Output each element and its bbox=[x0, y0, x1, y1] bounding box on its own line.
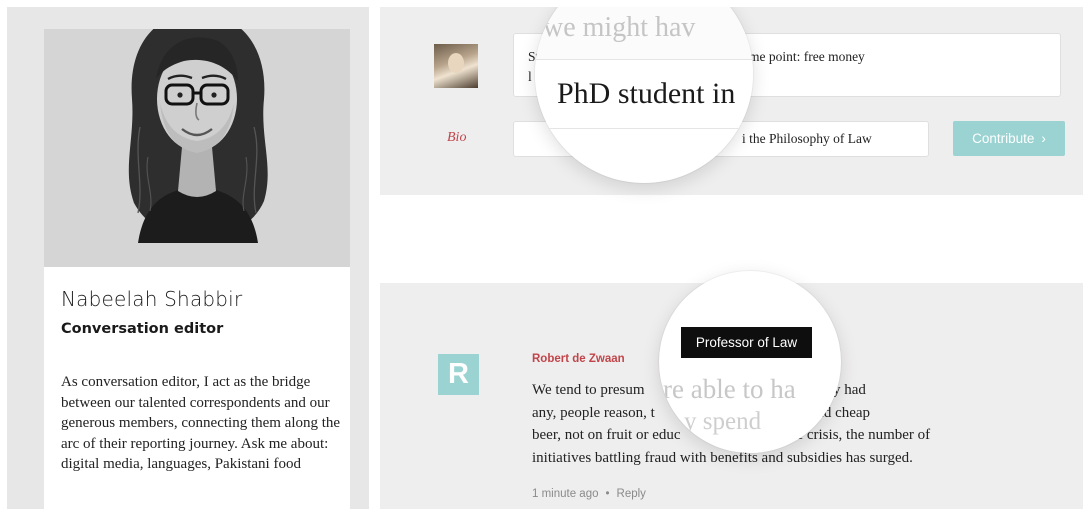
magnified-bio-text: PhD student in bbox=[557, 77, 736, 110]
magnified-faded-text: re able to ha bbox=[663, 374, 796, 404]
profile-role: Conversation editor bbox=[61, 321, 224, 337]
chevron-right-icon: › bbox=[1041, 131, 1046, 146]
portrait-area bbox=[44, 29, 350, 267]
comment-body-line: initiatives battling fraud with benefits… bbox=[532, 449, 913, 466]
author-avatar[interactable]: R bbox=[438, 354, 479, 395]
comment-author[interactable]: Robert de Zwaan bbox=[532, 353, 625, 365]
contribute-button-label: Contribute bbox=[972, 131, 1035, 146]
comment-timestamp: 1 minute ago bbox=[532, 488, 599, 500]
comment-meta: 1 minute ago • Reply bbox=[532, 488, 646, 500]
portrait-illustration bbox=[128, 29, 268, 243]
contribute-button[interactable]: Contribute › bbox=[953, 121, 1065, 156]
conversation-panel: St we might hav drive home the exact sam… bbox=[380, 7, 1083, 509]
avatar-face bbox=[448, 53, 464, 73]
meta-separator: • bbox=[605, 488, 610, 500]
profile-card: Nabeelah Shabbir Conversation editor As … bbox=[44, 29, 350, 509]
profile-name: Nabeelah Shabbir bbox=[61, 287, 243, 311]
magnified-faded-text: y spend bbox=[684, 408, 762, 435]
bio-label: Bio bbox=[447, 130, 467, 145]
reply-link[interactable]: Reply bbox=[617, 488, 646, 500]
author-bio-badge: Professor of Law bbox=[681, 327, 812, 358]
user-avatar bbox=[434, 44, 478, 88]
magnifier-author: Professor of Law re able to ha y spend bbox=[659, 271, 841, 453]
magnified-faded-text: we might hav bbox=[543, 12, 696, 43]
profile-bio: As conversation editor, I act as the bri… bbox=[61, 374, 341, 472]
magnified-ghost-text: rtinleg bbox=[591, 7, 648, 8]
section-divider bbox=[380, 195, 1083, 283]
profile-panel: Nabeelah Shabbir Conversation editor As … bbox=[7, 7, 369, 509]
bio-input-value: i the Philosophy of Law bbox=[742, 131, 872, 146]
